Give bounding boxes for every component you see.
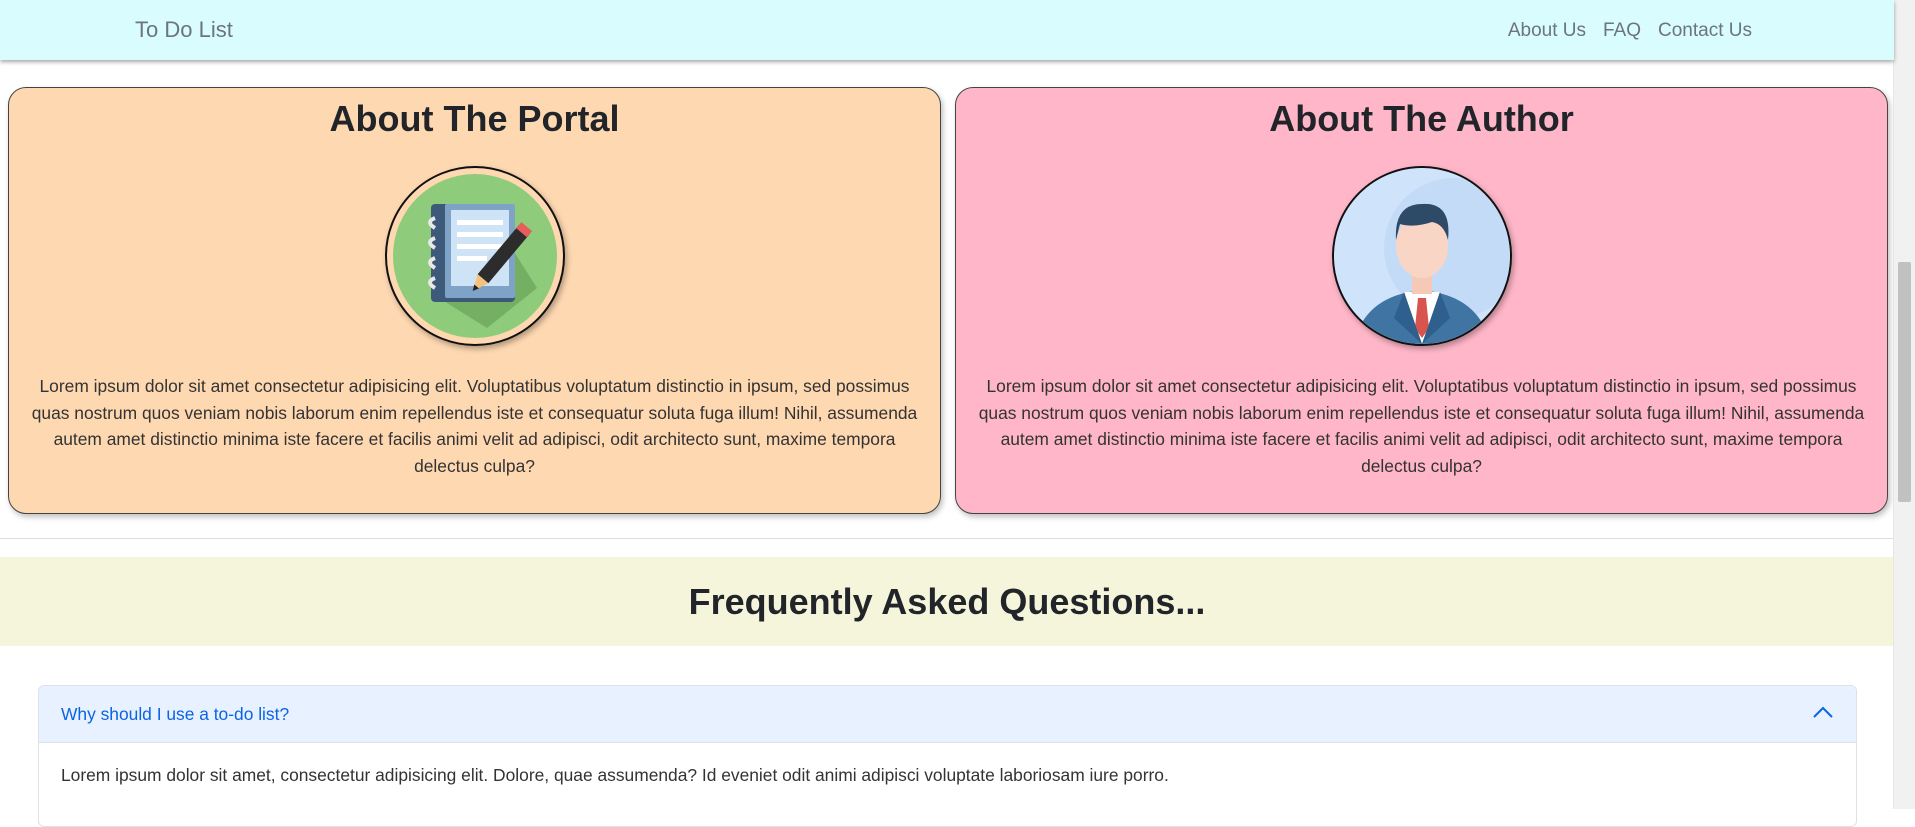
faq-accordion: Why should I use a to-do list? Lorem ips… [38, 685, 1857, 827]
nav-link-contact-us[interactable]: Contact Us [1658, 20, 1752, 42]
about-portal-card: About The Portal Lorem ipsum dolor sit a… [8, 87, 941, 514]
faq-answer: Lorem ipsum dolor sit amet, consectetur … [61, 765, 1169, 785]
navbar-brand[interactable]: To Do List [135, 17, 233, 43]
nav-links: About Us FAQ Contact Us [1508, 20, 1752, 42]
nav-link-faq[interactable]: FAQ [1603, 20, 1641, 42]
about-portal-title: About The Portal [329, 98, 620, 139]
section-divider [0, 538, 1894, 539]
navbar: To Do List About Us FAQ Contact Us [0, 0, 1894, 60]
about-portal-text: Lorem ipsum dolor sit amet consectetur a… [31, 376, 918, 476]
faq-question[interactable]: Why should I use a to-do list? [61, 704, 289, 725]
notebook-pencil-icon [384, 166, 565, 346]
faq-item-header[interactable]: Why should I use a to-do list? [39, 686, 1856, 743]
chevron-up-icon[interactable] [1812, 704, 1834, 720]
faq-heading: Frequently Asked Questions... [688, 581, 1206, 622]
faq-banner: Frequently Asked Questions... [0, 557, 1894, 646]
page-scrollbar[interactable] [1893, 0, 1915, 809]
about-author-card: About The Author Lorem ipsum dolor sit a… [955, 87, 1888, 514]
businessman-avatar-icon [1331, 166, 1512, 346]
about-author-text: Lorem ipsum dolor sit amet consectetur a… [978, 376, 1865, 476]
scrollbar-thumb[interactable] [1898, 262, 1911, 502]
about-author-title: About The Author [1269, 98, 1574, 139]
nav-link-about-us[interactable]: About Us [1508, 20, 1586, 42]
